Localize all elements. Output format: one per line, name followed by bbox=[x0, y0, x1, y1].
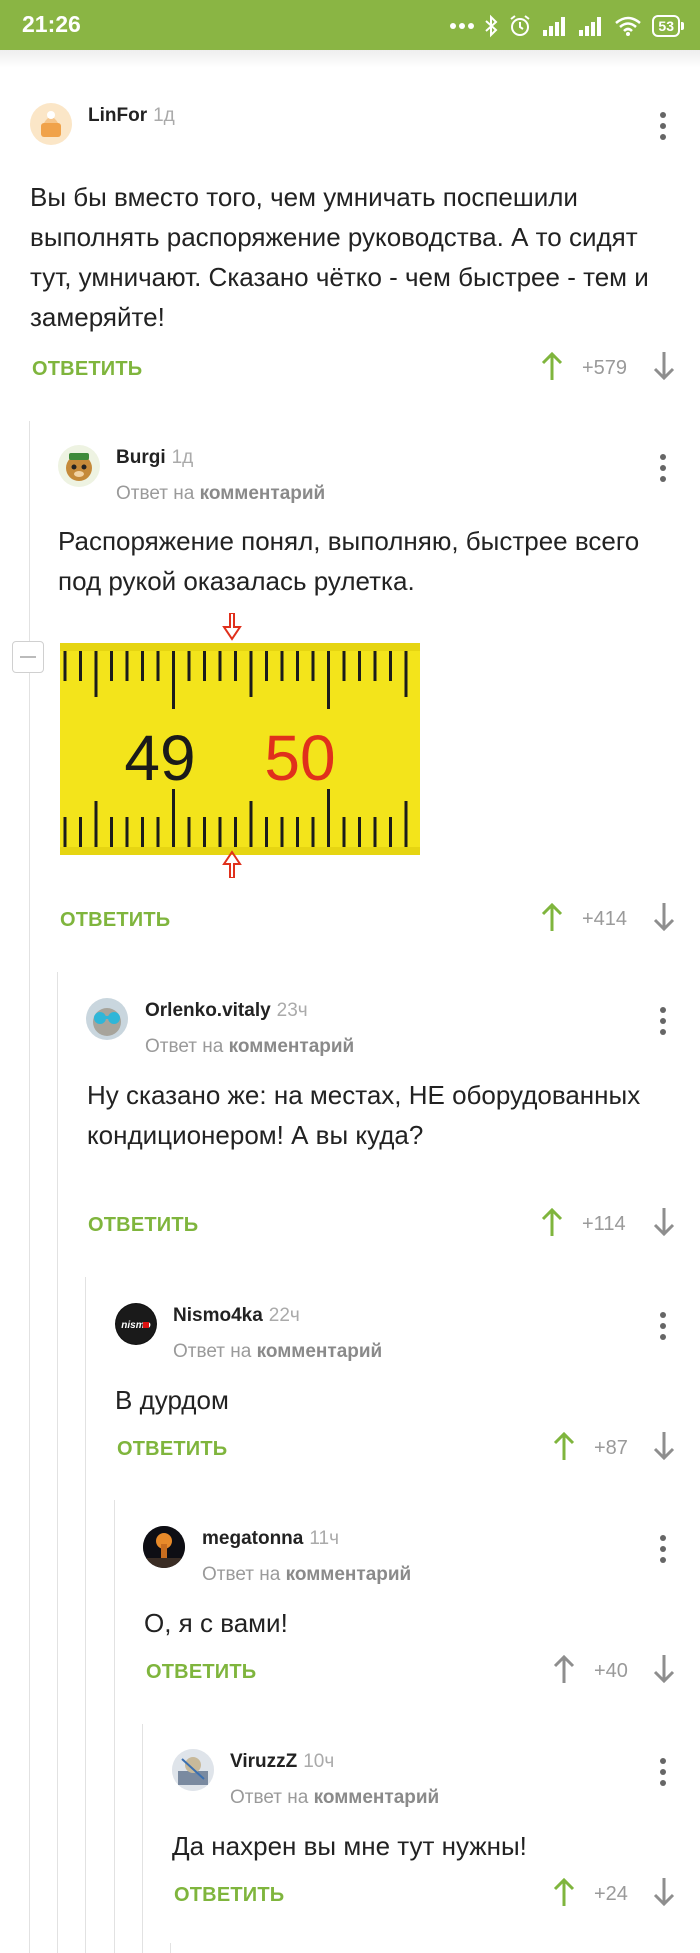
bottom-marker-arrow bbox=[222, 850, 242, 878]
signal-icon bbox=[543, 17, 566, 36]
upvote-icon[interactable] bbox=[540, 350, 564, 382]
comment-time: 1д bbox=[153, 105, 175, 126]
status-time: 21:26 bbox=[22, 11, 81, 37]
downvote-icon[interactable] bbox=[652, 1206, 676, 1238]
avatar[interactable] bbox=[86, 998, 128, 1040]
comment-time: 10ч bbox=[303, 1751, 335, 1772]
avatar[interactable] bbox=[30, 103, 72, 145]
comment-linfor: LinFor 1д Вы бы вместо того, чем умничать… bbox=[0, 103, 700, 381]
comment-nismo4ka: nismo Nismo4ka 22ч Ответ на комментарий В… bbox=[0, 1303, 700, 1461]
reply-to: Ответ на комментарий bbox=[145, 1036, 355, 1057]
header-shadow bbox=[0, 50, 700, 68]
score: +414 bbox=[582, 908, 628, 930]
reply-target-link[interactable]: комментарий bbox=[229, 1036, 355, 1057]
reply-to: Ответ на комментарий bbox=[230, 1787, 440, 1808]
reply-to: Ответ на комментарий bbox=[116, 483, 326, 504]
downvote-icon[interactable] bbox=[652, 1430, 676, 1462]
alarm-icon bbox=[510, 15, 531, 36]
upvote-icon[interactable] bbox=[540, 901, 564, 933]
comment-menu-button[interactable] bbox=[653, 1004, 673, 1038]
comment-menu-button[interactable] bbox=[653, 109, 673, 143]
username[interactable]: Nismo4ka 22ч bbox=[173, 1305, 300, 1327]
signal-icon-2 bbox=[579, 17, 602, 36]
vote-controls: +87 bbox=[552, 1430, 680, 1466]
score: +24 bbox=[594, 1883, 628, 1905]
reply-button[interactable]: ОТВЕТИТЬ bbox=[88, 1214, 198, 1237]
downvote-icon[interactable] bbox=[652, 1653, 676, 1685]
tape-measure-image[interactable]: 49 50 bbox=[60, 613, 420, 878]
comment-menu-button[interactable] bbox=[653, 1309, 673, 1343]
reply-button[interactable]: ОТВЕТИТЬ bbox=[174, 1884, 284, 1907]
comment-text: В дурдом bbox=[115, 1385, 229, 1415]
upvote-icon[interactable] bbox=[552, 1876, 576, 1908]
thread-line-5 bbox=[142, 1724, 143, 1953]
ruler-number-50: 50 bbox=[264, 722, 335, 794]
collapse-thread-button[interactable] bbox=[12, 641, 44, 673]
comment-time: 11ч bbox=[309, 1528, 339, 1549]
reply-button[interactable]: ОТВЕТИТЬ bbox=[117, 1438, 227, 1461]
reply-target-link[interactable]: комментарий bbox=[257, 1341, 383, 1362]
avatar[interactable] bbox=[143, 1526, 185, 1568]
upvote-icon[interactable] bbox=[552, 1430, 576, 1462]
comment-time: 22ч bbox=[268, 1305, 300, 1326]
thread-line-3 bbox=[85, 1277, 86, 1953]
downvote-icon[interactable] bbox=[652, 1876, 676, 1908]
comment-menu-button[interactable] bbox=[653, 451, 673, 485]
username[interactable]: LinFor 1д bbox=[88, 105, 175, 127]
comment-menu-button[interactable] bbox=[653, 1532, 673, 1566]
thread-line-2 bbox=[57, 972, 58, 1953]
comment-viruzzz: ViruzzZ 10ч Ответ на комментарий Да нахре… bbox=[0, 1749, 700, 1907]
score: +40 bbox=[594, 1660, 628, 1682]
upvote-icon[interactable] bbox=[552, 1653, 576, 1685]
username[interactable]: megatonna 11ч bbox=[202, 1528, 339, 1550]
reply-target-link[interactable]: комментарий bbox=[314, 1787, 440, 1808]
comment-text: Да нахрен вы мне тут нужны! bbox=[172, 1831, 527, 1861]
ruler-number-49: 49 bbox=[124, 722, 195, 794]
status-bar: 21:26 53 bbox=[0, 0, 700, 50]
reply-to: Ответ на комментарий bbox=[173, 1341, 383, 1362]
avatar[interactable] bbox=[58, 445, 100, 487]
comment-text: Распоряжение понял, выполняю, быстрее вс… bbox=[58, 526, 640, 596]
comment-time: 23ч bbox=[276, 1000, 308, 1021]
reply-button[interactable]: ОТВЕТИТЬ bbox=[60, 909, 170, 932]
bluetooth-icon bbox=[485, 14, 498, 38]
comment-burgi: Burgi 1д Ответ на комментарий Распоряжени… bbox=[0, 445, 700, 932]
reply-to: Ответ на комментарий bbox=[202, 1564, 412, 1585]
comment-text: Вы бы вместо того, чем умничать поспешил… bbox=[30, 182, 649, 332]
vote-controls: +414 bbox=[540, 901, 680, 937]
thread-line-6 bbox=[170, 1943, 171, 1953]
score: +579 bbox=[582, 357, 628, 379]
reply-target-link[interactable]: комментарий bbox=[200, 483, 326, 504]
vote-controls: +24 bbox=[552, 1876, 680, 1912]
vote-controls: +40 bbox=[552, 1653, 680, 1689]
comment-orlenko: Orlenko.vitaly 23ч Ответ на комментарий Н… bbox=[0, 998, 700, 1237]
top-marker-arrow bbox=[222, 613, 242, 641]
battery-indicator: 53 bbox=[652, 15, 684, 37]
upvote-icon[interactable] bbox=[540, 1206, 564, 1238]
username[interactable]: Burgi 1д bbox=[116, 447, 193, 469]
reply-target-link[interactable]: комментарий bbox=[286, 1564, 412, 1585]
downvote-icon[interactable] bbox=[652, 350, 676, 382]
downvote-icon[interactable] bbox=[652, 901, 676, 933]
vote-controls: +579 bbox=[540, 350, 680, 386]
score: +114 bbox=[582, 1213, 626, 1235]
avatar[interactable] bbox=[172, 1749, 214, 1791]
username[interactable]: Orlenko.vitaly 23ч bbox=[145, 1000, 308, 1022]
score: +87 bbox=[594, 1437, 628, 1459]
comment-megatonna: megatonna 11ч Ответ на комментарий О, я с… bbox=[0, 1526, 700, 1684]
wifi-icon bbox=[615, 16, 642, 36]
comment-text: О, я с вами! bbox=[144, 1608, 288, 1638]
comment-time: 1д bbox=[171, 447, 194, 468]
status-icons: 53 bbox=[450, 12, 684, 40]
more-notifications-icon bbox=[450, 23, 475, 29]
thread-line-4 bbox=[114, 1500, 115, 1953]
comment-menu-button[interactable] bbox=[653, 1755, 673, 1789]
avatar[interactable]: nismo bbox=[115, 1303, 157, 1345]
comment-text: Ну сказано же: на местах, НЕ оборудованн… bbox=[87, 1080, 641, 1150]
reply-button[interactable]: ОТВЕТИТЬ bbox=[146, 1661, 256, 1684]
vote-controls: +114 bbox=[540, 1206, 680, 1242]
reply-button[interactable]: ОТВЕТИТЬ bbox=[32, 358, 142, 381]
username[interactable]: ViruzzZ 10ч bbox=[230, 1751, 334, 1773]
